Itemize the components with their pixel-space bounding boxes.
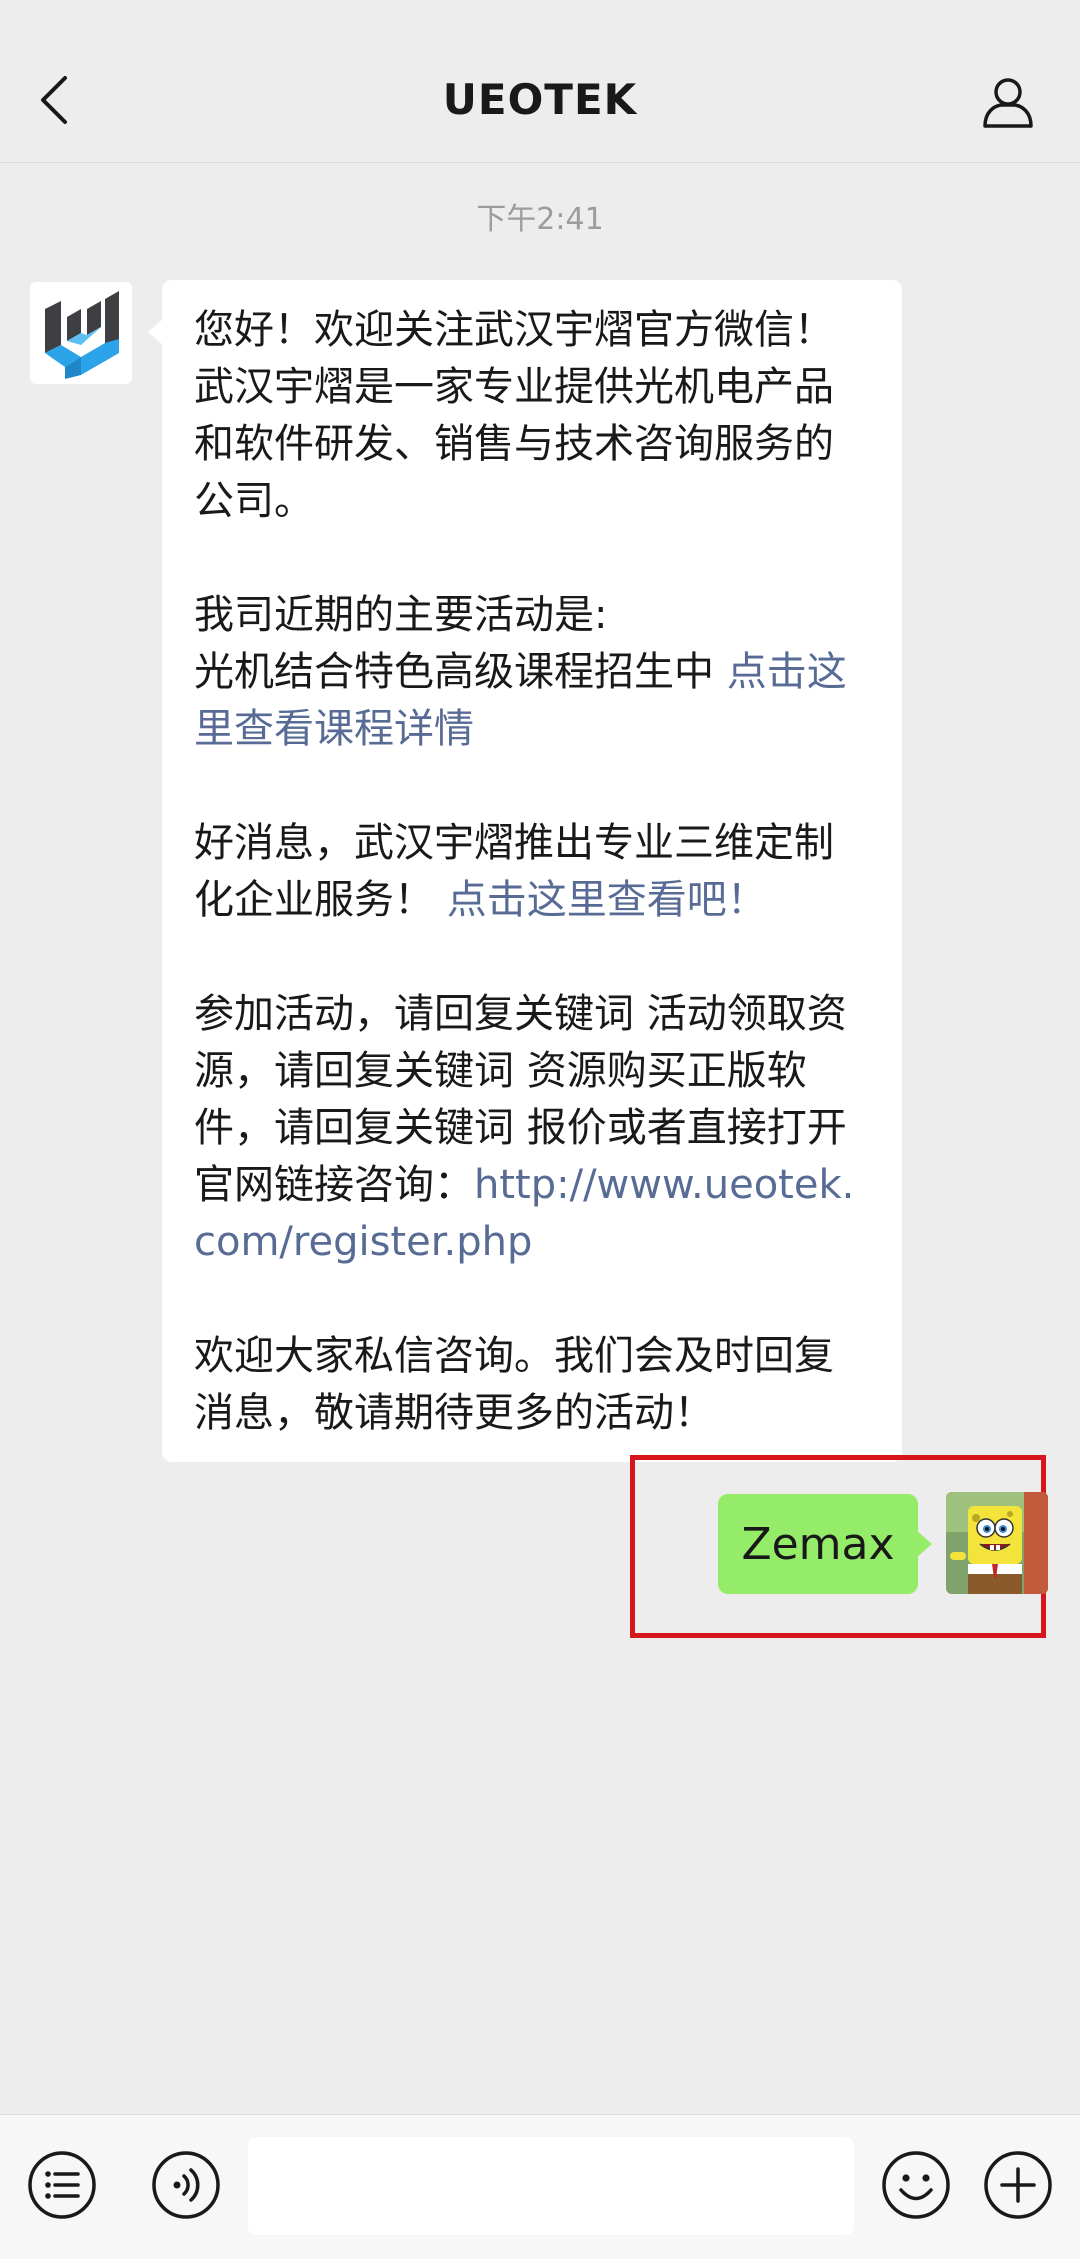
- smiley-icon: [882, 2151, 950, 2219]
- outgoing-message-bubble[interactable]: Zemax: [718, 1494, 932, 1594]
- incoming-message-bubble[interactable]: 您好！欢迎关注武汉宇熠官方微信！武汉宇熠是一家专业提供光机电产品和软件研发、销售…: [148, 280, 902, 1462]
- profile-button[interactable]: [972, 66, 1044, 138]
- message-closing-text: 欢迎大家私信咨询。我们会及时回复消息，敬请期待更多的活动！: [194, 1333, 834, 1436]
- voice-icon: [152, 2151, 220, 2219]
- official-account-avatar[interactable]: [30, 282, 132, 384]
- message-paragraph-welcome: 您好！欢迎关注武汉宇熠官方微信！武汉宇熠是一家专业提供光机电产品和软件研发、销售…: [194, 307, 834, 524]
- emoji-button[interactable]: [878, 2147, 954, 2223]
- list-menu-icon: [28, 2151, 96, 2219]
- sponge-character-avatar-icon: [946, 1492, 1048, 1594]
- message-activities-title: 我司近期的主要活动是:: [194, 592, 608, 638]
- outgoing-message-text: Zemax: [741, 1518, 895, 1570]
- more-button[interactable]: [980, 2147, 1056, 2223]
- menu-button[interactable]: [24, 2147, 100, 2223]
- message-timestamp: 下午2:41: [476, 202, 604, 237]
- input-bar: [0, 2114, 1080, 2259]
- chat-title: UEOTEK: [442, 75, 638, 124]
- message-input[interactable]: [248, 2137, 854, 2235]
- user-avatar[interactable]: [946, 1492, 1048, 1594]
- chat-header: UEOTEK: [0, 0, 1080, 163]
- service-details-link[interactable]: 点击这里查看吧！: [447, 877, 767, 923]
- person-icon: [983, 78, 1033, 128]
- message-course-text: 光机结合特色高级课程招生中: [194, 649, 727, 695]
- ueotek-logo-icon: [45, 291, 119, 379]
- voice-button[interactable]: [148, 2147, 224, 2223]
- plus-icon: [984, 2151, 1052, 2219]
